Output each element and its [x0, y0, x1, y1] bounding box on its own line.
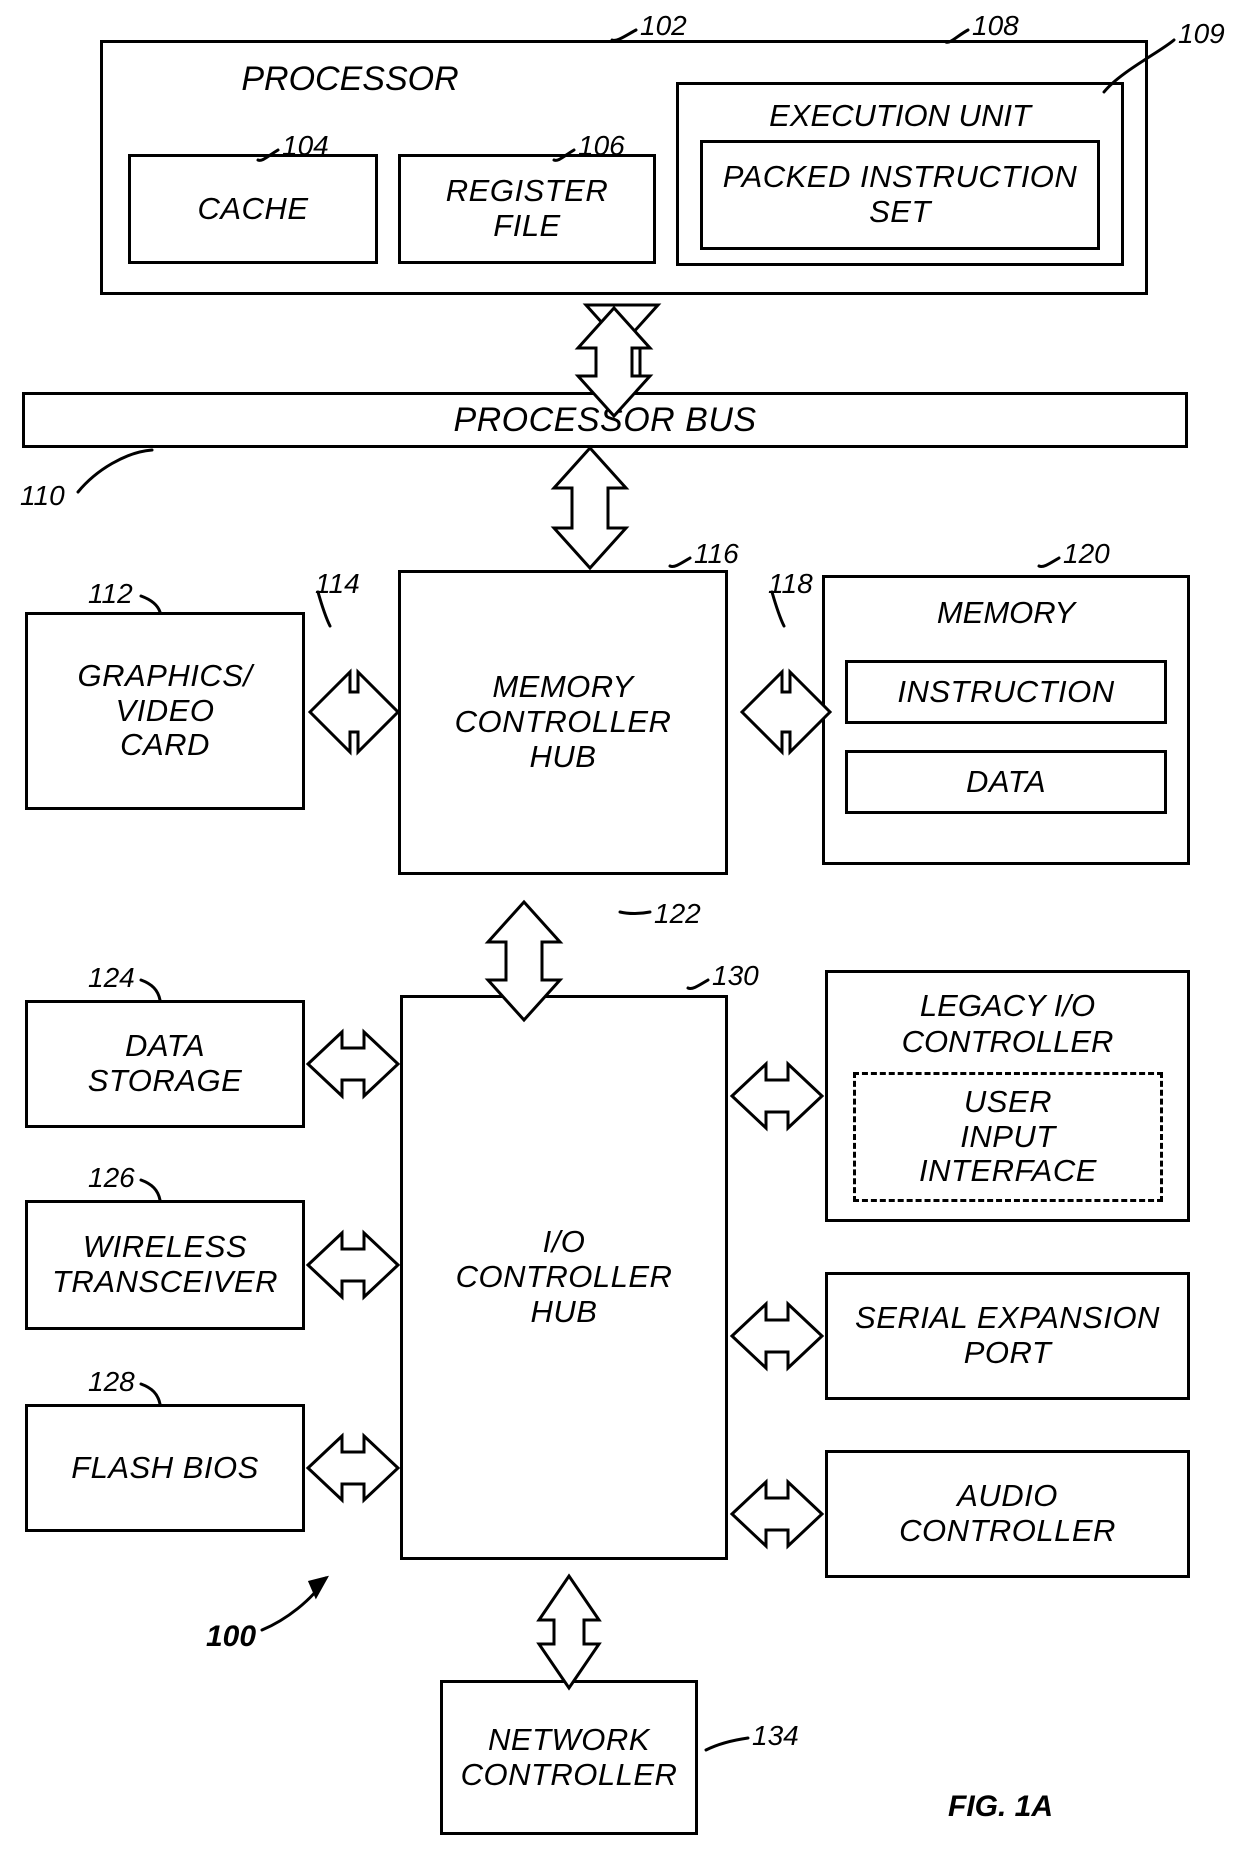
ref-124: 124 — [88, 962, 135, 993]
user-input-interface-block: USER INPUT INTERFACE — [853, 1072, 1163, 1202]
memory-controller-hub-label: MEMORY CONTROLLER HUB — [454, 669, 672, 774]
arrow-bus-to-mch — [550, 445, 630, 571]
data-storage-label: DATA STORAGE — [87, 1028, 243, 1098]
ref-108: 108 — [972, 10, 1019, 41]
leader-110 — [76, 448, 154, 494]
ref-134: 134 — [752, 1720, 799, 1751]
memory-controller-hub-block: MEMORY CONTROLLER HUB — [398, 570, 728, 875]
legacy-io-controller-label: LEGACY I/O CONTROLLER — [901, 988, 1114, 1059]
leader-112 — [139, 594, 162, 614]
ref-116: 116 — [694, 538, 739, 569]
data-storage-block: DATA STORAGE — [25, 1000, 305, 1128]
leader-100 — [260, 1576, 328, 1632]
graphics-video-card-block: GRAPHICS/ VIDEO CARD — [25, 612, 305, 810]
execution-unit-label: EXECUTION UNIT — [769, 98, 1031, 133]
cache-block: CACHE — [128, 154, 378, 264]
ref-100: 100 — [206, 1620, 257, 1653]
memory-label: MEMORY — [936, 595, 1076, 630]
ref-102: 102 — [640, 10, 687, 41]
processor-bus-block: PROCESSOR BUS — [22, 392, 1188, 448]
processor-bus-label: PROCESSOR BUS — [453, 400, 757, 439]
arrow-mch-memory — [739, 668, 833, 756]
ref-104: 104 — [282, 130, 329, 161]
ref-114: 114 — [315, 568, 360, 599]
figure-canvas: PROCESSOR CACHE REGISTER FILE EXECUTION … — [0, 0, 1240, 1866]
network-controller-label: NETWORK CONTROLLER — [460, 1721, 678, 1792]
user-input-interface-label: USER INPUT INTERFACE — [919, 1083, 1097, 1189]
arrow-ich-audio — [729, 1478, 825, 1550]
leader-116 — [668, 556, 692, 568]
flash-bios-block: FLASH BIOS — [25, 1404, 305, 1532]
audio-controller-label: AUDIO CONTROLLER — [899, 1478, 1116, 1548]
cache-label: CACHE — [197, 190, 309, 226]
arrow-ich-network — [536, 1573, 602, 1691]
ref-106: 106 — [578, 130, 625, 161]
ref-110: 110 — [20, 480, 65, 511]
ref-122: 122 — [654, 898, 701, 929]
arrow-data-storage-ich — [305, 1028, 401, 1100]
memory-data-block: DATA — [845, 750, 1167, 814]
ref-109: 109 — [1178, 18, 1225, 49]
arrow-graphics-mch — [307, 668, 401, 756]
arrow-ich-legacy — [729, 1060, 825, 1132]
leader-128 — [139, 1382, 162, 1406]
ref-128: 128 — [88, 1366, 135, 1397]
ref-126: 126 — [88, 1162, 135, 1193]
ref-130: 130 — [712, 960, 759, 991]
ref-112: 112 — [88, 578, 133, 609]
serial-expansion-port-label: SERIAL EXPANSION PORT — [855, 1300, 1160, 1370]
register-file-label: REGISTER FILE — [445, 173, 609, 243]
memory-instruction-block: INSTRUCTION — [845, 660, 1167, 724]
arrow-ich-serial — [729, 1300, 825, 1372]
leader-124 — [139, 978, 162, 1002]
processor-label: PROCESSOR — [241, 60, 459, 98]
flash-bios-label: FLASH BIOS — [71, 1449, 259, 1485]
leader-120 — [1037, 556, 1061, 568]
ref-120: 120 — [1063, 538, 1110, 569]
memory-data-label: DATA — [965, 763, 1047, 799]
arrow-wireless-ich — [305, 1229, 401, 1301]
leader-122 — [618, 910, 652, 915]
arrow-processor-to-bus — [586, 305, 658, 392]
register-file-block: REGISTER FILE — [398, 154, 656, 264]
packed-instruction-set-label: PACKED INSTRUCTION SET — [722, 159, 1078, 229]
leader-126 — [139, 1178, 162, 1202]
packed-instruction-set-block: PACKED INSTRUCTION SET — [700, 140, 1100, 250]
wireless-transceiver-label: WIRELESS TRANSCEIVER — [52, 1229, 278, 1299]
audio-controller-block: AUDIO CONTROLLER — [825, 1450, 1190, 1578]
network-controller-block: NETWORK CONTROLLER — [440, 1680, 698, 1835]
arrow-flash-ich — [305, 1432, 401, 1504]
leader-134 — [704, 1736, 750, 1752]
serial-expansion-port-block: SERIAL EXPANSION PORT — [825, 1272, 1190, 1400]
io-controller-hub-block: I/O CONTROLLER HUB — [400, 995, 728, 1560]
memory-instruction-label: INSTRUCTION — [897, 673, 1115, 709]
leader-102 — [610, 28, 638, 42]
wireless-transceiver-block: WIRELESS TRANSCEIVER — [25, 1200, 305, 1330]
ref-118: 118 — [768, 568, 813, 599]
leader-130 — [686, 978, 710, 990]
figure-caption: FIG. 1A — [948, 1790, 1054, 1823]
graphics-video-card-label: GRAPHICS/ VIDEO CARD — [77, 657, 253, 763]
io-controller-hub-label: I/O CONTROLLER HUB — [455, 1224, 673, 1329]
leader-100-head — [307, 1575, 329, 1600]
